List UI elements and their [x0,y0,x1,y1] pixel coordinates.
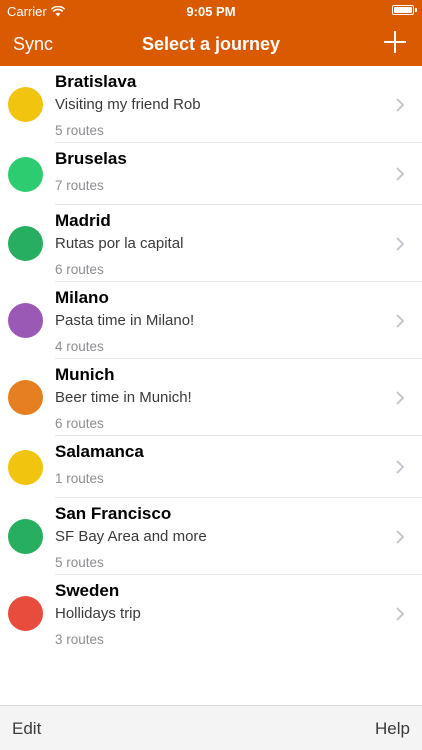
status-time: 9:05 PM [186,4,236,19]
journey-row[interactable]: Munich Beer time in Munich! 6 routes [0,359,422,436]
journey-row[interactable]: Madrid Rutas por la capital 6 routes [0,205,422,282]
journey-name: Munich [55,365,115,384]
journey-description: Visiting my friend Rob [55,96,201,113]
journey-route-count: 6 routes [55,416,104,431]
page-title: Select a journey [141,34,281,54]
journey-route-count: 1 routes [55,471,104,486]
journey-color-dot [8,596,43,631]
journey-description: Hollidays trip [55,605,141,622]
journey-row[interactable]: Milano Pasta time in Milano! 4 routes [0,282,422,359]
journey-name: Madrid [55,211,111,230]
status-bar: Carrier 9:05 PM [0,0,422,22]
journey-color-dot [8,450,43,485]
help-button[interactable]: Help [375,719,410,739]
chevron-right-icon [396,98,404,112]
journey-name: Salamanca [55,442,144,461]
journey-color-dot [8,519,43,554]
journey-route-count: 7 routes [55,178,104,193]
chevron-right-icon [396,167,404,181]
app-header: Carrier 9:05 PM Sync Select a journey [0,0,422,66]
journey-name: Bratislava [55,72,137,91]
journey-row[interactable]: Bratislava Visiting my friend Rob 5 routes [0,66,422,143]
journey-description: SF Bay Area and more [55,528,207,545]
chevron-right-icon [396,530,404,544]
journey-row[interactable]: Sweden Hollidays trip 3 routes [0,575,422,652]
journey-route-count: 3 routes [55,632,104,647]
journey-row[interactable]: Bruselas 7 routes [0,143,422,205]
journey-color-dot [8,87,43,122]
add-journey-button[interactable] [384,31,406,53]
sync-button[interactable]: Sync [13,34,53,55]
chevron-right-icon [396,607,404,621]
journey-description: Rutas por la capital [55,235,184,252]
bottom-toolbar: Edit Help [0,705,422,750]
journey-route-count: 5 routes [55,555,104,570]
journey-row[interactable]: Salamanca 1 routes [0,436,422,498]
journey-description: Pasta time in Milano! [55,312,195,329]
journey-color-dot [8,303,43,338]
navigation-bar: Sync Select a journey [0,22,422,66]
journey-route-count: 5 routes [55,123,104,138]
journey-route-count: 6 routes [55,262,104,277]
journey-list: Bratislava Visiting my friend Rob 5 routes… [0,66,422,652]
chevron-right-icon [396,314,404,328]
journey-name: Bruselas [55,149,127,168]
journey-name: Sweden [55,581,120,600]
journey-color-dot [8,157,43,192]
chevron-right-icon [396,237,404,251]
battery-icon [392,5,417,15]
edit-button[interactable]: Edit [12,719,41,739]
journey-color-dot [8,380,43,415]
journey-description: Beer time in Munich! [55,389,192,406]
journey-name: Milano [55,288,109,307]
journey-color-dot [8,226,43,261]
journey-name: San Francisco [55,504,172,523]
journey-row[interactable]: San Francisco SF Bay Area and more 5 route… [0,498,422,575]
chevron-right-icon [396,391,404,405]
journey-route-count: 4 routes [55,339,104,354]
chevron-right-icon [396,460,404,474]
